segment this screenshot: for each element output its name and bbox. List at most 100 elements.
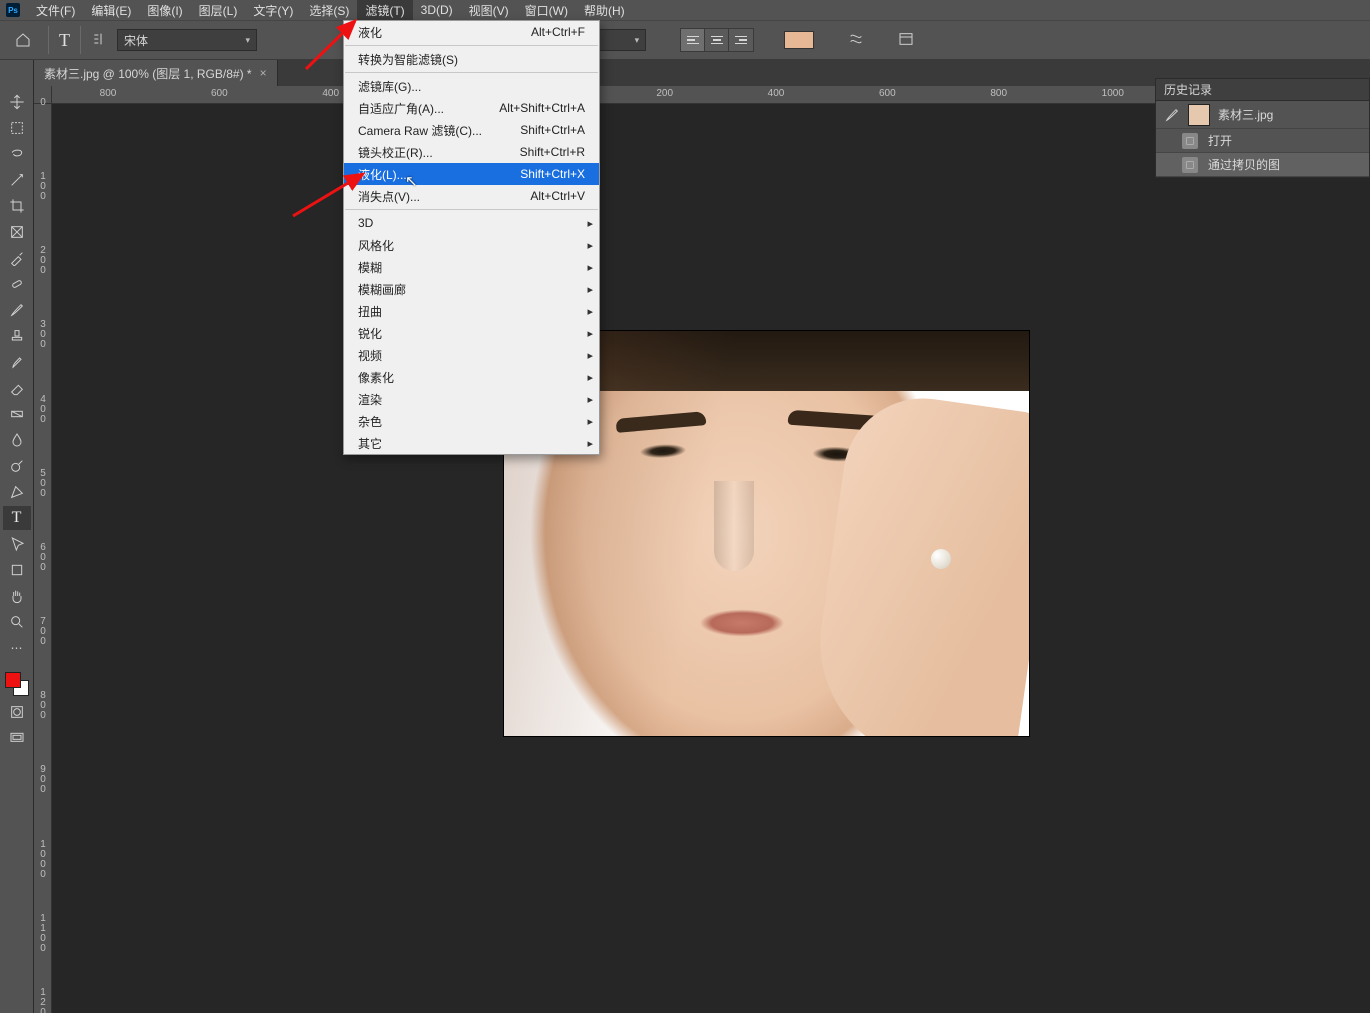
- menu-item-label: Camera Raw 滤镜(C)...: [358, 122, 482, 139]
- close-icon[interactable]: ×: [260, 66, 267, 80]
- text-orientation-icon: [91, 31, 107, 47]
- filter-submenu-item[interactable]: 像素化: [344, 366, 599, 388]
- color-chips[interactable]: [3, 670, 31, 698]
- menu-help[interactable]: 帮助(H): [576, 0, 633, 21]
- text-color-swatch[interactable]: [784, 31, 814, 49]
- filter-submenu-item[interactable]: 锐化: [344, 322, 599, 344]
- filter-submenu-item[interactable]: 模糊画廊: [344, 278, 599, 300]
- filter-submenu-item[interactable]: 其它: [344, 432, 599, 454]
- filter-menu-item[interactable]: 液化(L)...Shift+Ctrl+X: [344, 163, 599, 185]
- history-brush-tool[interactable]: [3, 350, 31, 374]
- more-tools[interactable]: ⋯: [3, 636, 31, 660]
- filter-menu-item[interactable]: 自适应广角(A)...Alt+Shift+Ctrl+A: [344, 97, 599, 119]
- history-snapshot-row[interactable]: 素材三.jpg: [1156, 101, 1369, 129]
- filter-menu-item[interactable]: Camera Raw 滤镜(C)...Shift+Ctrl+A: [344, 119, 599, 141]
- lasso-tool[interactable]: [3, 142, 31, 166]
- menu-3d[interactable]: 3D(D): [413, 1, 461, 19]
- history-state-label: 打开: [1208, 132, 1232, 149]
- history-panel-header[interactable]: 历史记录: [1156, 79, 1369, 101]
- dodge-tool[interactable]: [3, 454, 31, 478]
- align-left-button[interactable]: [681, 29, 705, 51]
- shape-tool[interactable]: [3, 558, 31, 582]
- stamp-tool[interactable]: [3, 324, 31, 348]
- menu-item-label: 风格化: [358, 237, 394, 254]
- filter-submenu-item[interactable]: 视频: [344, 344, 599, 366]
- quickmask-toggle[interactable]: [3, 700, 31, 724]
- font-family-select[interactable]: 宋体▾: [117, 29, 257, 51]
- ruler-tick-label: 1000: [35, 840, 51, 880]
- eyedropper-icon: [9, 250, 25, 266]
- menu-item-label: 模糊画廊: [358, 281, 406, 298]
- filter-submenu-item[interactable]: 模糊: [344, 256, 599, 278]
- menu-edit[interactable]: 编辑(E): [83, 0, 139, 21]
- filter-last[interactable]: 液化 Alt+Ctrl+F: [344, 21, 599, 43]
- filter-submenu-item[interactable]: 3D: [344, 212, 599, 234]
- ruler-tick-label: 800: [35, 691, 51, 721]
- history-state[interactable]: 通过拷贝的图: [1156, 153, 1369, 177]
- type-tool[interactable]: T: [3, 506, 31, 530]
- filter-menu-item[interactable]: 镜头校正(R)...Shift+Ctrl+R: [344, 141, 599, 163]
- crop-icon: [9, 198, 25, 214]
- pen-tool[interactable]: [3, 480, 31, 504]
- brush-tool[interactable]: [3, 298, 31, 322]
- crop-tool[interactable]: [3, 194, 31, 218]
- align-right-button[interactable]: [729, 29, 753, 51]
- zoom-tool[interactable]: [3, 610, 31, 634]
- menu-item-shortcut: Alt+Ctrl+F: [531, 25, 585, 39]
- menu-filter[interactable]: 滤镜(T): [357, 0, 412, 21]
- menu-select[interactable]: 选择(S): [301, 0, 357, 21]
- arrow-icon: [9, 536, 25, 552]
- blur-tool[interactable]: [3, 428, 31, 452]
- toolbox: T ⋯: [0, 86, 34, 1013]
- menu-separator: [345, 209, 598, 210]
- gradient-tool[interactable]: [3, 402, 31, 426]
- chevron-down-icon: ▾: [635, 35, 640, 46]
- document-tab[interactable]: 素材三.jpg @ 100% (图层 1, RGB/8#) * ×: [34, 60, 278, 86]
- heal-tool[interactable]: [3, 272, 31, 296]
- divider: [48, 26, 49, 54]
- hand-tool[interactable]: [3, 584, 31, 608]
- menu-window[interactable]: 窗口(W): [517, 0, 576, 21]
- filter-convert-smart[interactable]: 转换为智能滤镜(S): [344, 48, 599, 70]
- align-center-button[interactable]: [705, 29, 729, 51]
- canvas-area[interactable]: 8006004002000200400600800100012001400 01…: [34, 86, 1370, 1013]
- move-icon: [9, 94, 25, 110]
- move-tool[interactable]: [3, 90, 31, 114]
- menu-file[interactable]: 文件(F): [28, 0, 83, 21]
- menu-item-label: 其它: [358, 435, 382, 452]
- home-icon: [15, 32, 31, 48]
- eyedropper-tool[interactable]: [3, 246, 31, 270]
- filter-submenu-item[interactable]: 杂色: [344, 410, 599, 432]
- brush-icon: [9, 302, 25, 318]
- menu-item-label: 滤镜库(G)...: [358, 78, 421, 95]
- ruler-vertical[interactable]: 0100200300400500600700800900100011001200: [34, 104, 52, 1013]
- character-panel-button[interactable]: [898, 31, 914, 50]
- eraser-tool[interactable]: [3, 376, 31, 400]
- filter-submenu-item[interactable]: 扭曲: [344, 300, 599, 322]
- menu-image[interactable]: 图像(I): [139, 0, 190, 21]
- menu-item-label: 杂色: [358, 413, 382, 430]
- type-tool-indicator[interactable]: T: [59, 30, 70, 51]
- menu-view[interactable]: 视图(V): [461, 0, 517, 21]
- ruler-tick-label: 500: [35, 469, 51, 499]
- fg-color-chip[interactable]: [5, 672, 21, 688]
- filter-menu-item[interactable]: 滤镜库(G)...: [344, 75, 599, 97]
- filter-menu-item[interactable]: 消失点(V)...Alt+Ctrl+V: [344, 185, 599, 207]
- filter-submenu-item[interactable]: 渲染: [344, 388, 599, 410]
- frame-tool[interactable]: [3, 220, 31, 244]
- menu-layer[interactable]: 图层(L): [191, 0, 246, 21]
- home-button[interactable]: [8, 25, 38, 55]
- marquee-tool[interactable]: [3, 116, 31, 140]
- menu-type[interactable]: 文字(Y): [245, 0, 301, 21]
- history-state[interactable]: 打开: [1156, 129, 1369, 153]
- quick-select-tool[interactable]: [3, 168, 31, 192]
- filter-submenu-item[interactable]: 风格化: [344, 234, 599, 256]
- ruler-tick-label: 400: [322, 88, 339, 99]
- state-icon: [1182, 157, 1198, 173]
- screenmode-toggle[interactable]: [3, 726, 31, 750]
- path-select-tool[interactable]: [3, 532, 31, 556]
- warp-text-button[interactable]: [848, 31, 864, 50]
- history-panel: 历史记录 素材三.jpg 打开 通过拷贝的图: [1155, 78, 1370, 178]
- stamp-icon: [9, 328, 25, 344]
- orientation-toggle[interactable]: [91, 31, 107, 50]
